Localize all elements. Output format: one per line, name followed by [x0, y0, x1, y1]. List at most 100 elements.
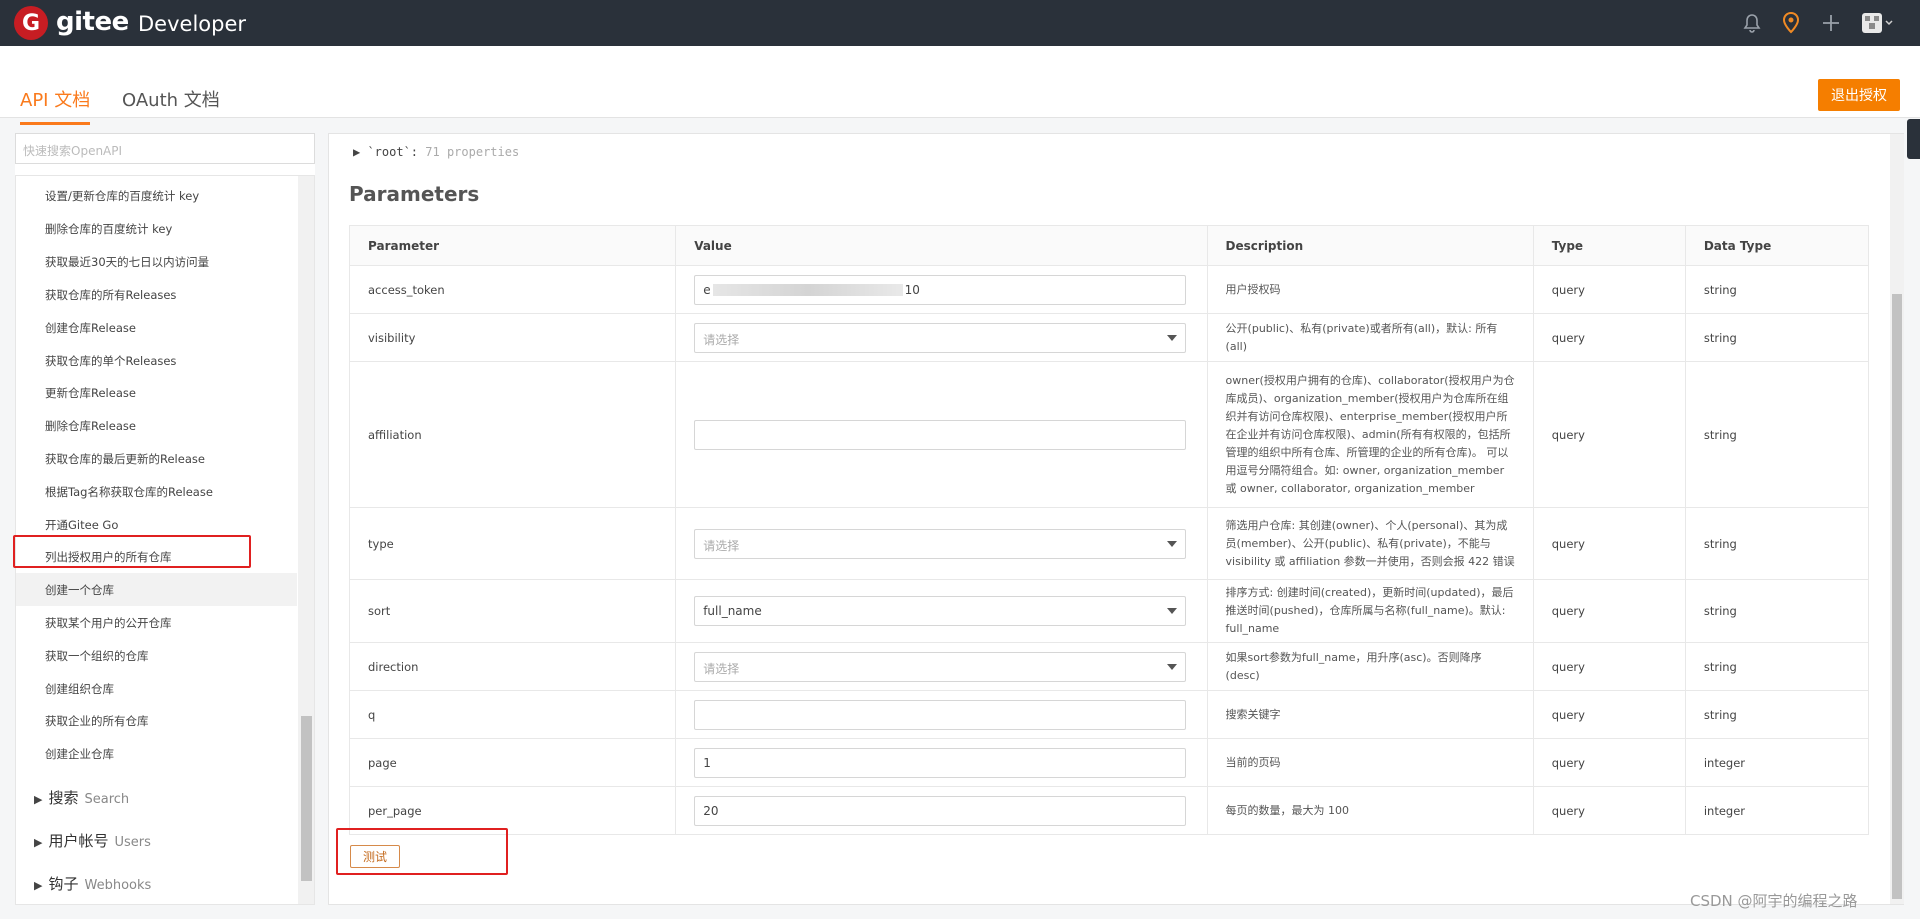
parameters-heading: Parameters — [349, 182, 480, 206]
sidebar-group-search[interactable]: ▶ 搜索 Search — [34, 787, 129, 808]
sidebar-group-users[interactable]: ▶ 用户帐号 Users — [34, 830, 151, 851]
list-item[interactable]: 删除仓库Release — [45, 418, 136, 434]
chevron-down-icon — [1167, 608, 1178, 614]
param-type: query — [1532, 642, 1686, 691]
scrollbar-thumb[interactable] — [1892, 294, 1902, 899]
param-description: 用户授权码 — [1206, 265, 1534, 314]
list-item[interactable]: 获取一个组织的仓库 — [45, 648, 149, 664]
avatar[interactable] — [1860, 11, 1894, 35]
brand-name[interactable]: gitee — [56, 7, 129, 37]
list-item[interactable]: 更新仓库Release — [45, 385, 136, 401]
table-row: visibility 请选择 公开(public)、私有(private)或者所… — [348, 313, 1870, 362]
param-data-type: string — [1684, 579, 1870, 643]
q-input[interactable] — [694, 699, 1187, 730]
table-row: type 请选择 筛选用户仓库: 其创建(owner)、个人(personal)… — [348, 507, 1870, 580]
caret-right-icon: ▶ — [34, 836, 43, 849]
sidebar-group-webhooks[interactable]: ▶ 钩子 Webhooks — [34, 873, 151, 894]
column-header: Data Type — [1684, 225, 1870, 266]
list-item[interactable]: 设置/更新仓库的百度统计 key — [45, 188, 199, 204]
column-header: Value — [675, 225, 1208, 266]
list-item[interactable]: 创建组织仓库 — [45, 681, 114, 697]
list-item[interactable]: 创建企业仓库 — [45, 746, 114, 762]
param-type: query — [1532, 738, 1686, 787]
scrollbar-thumb[interactable] — [301, 716, 312, 881]
highlight-box — [13, 535, 251, 568]
param-data-type: string — [1684, 642, 1870, 691]
sidebar-scrollbar[interactable] — [298, 176, 314, 904]
side-drawer-handle[interactable] — [1907, 119, 1920, 159]
list-item[interactable]: 获取仓库的所有Releases — [45, 287, 176, 303]
param-data-type: string — [1684, 361, 1870, 508]
root-properties-toggle[interactable]: ▶ `root`: 71 properties — [353, 145, 519, 159]
chevron-down-icon — [1167, 334, 1178, 341]
param-type: query — [1532, 313, 1686, 362]
api-detail-panel: ▶ `root`: 71 properties Parameters Param… — [328, 133, 1904, 905]
plus-icon[interactable] — [1819, 11, 1843, 35]
page-input[interactable]: 1 — [694, 747, 1187, 778]
param-name: type — [348, 507, 677, 580]
param-name: affiliation — [348, 361, 677, 508]
param-name: q — [348, 690, 677, 739]
list-item[interactable]: 获取仓库的最后更新的Release — [45, 451, 205, 467]
table-row: page 1 当前的页码 query integer — [348, 738, 1870, 787]
list-item[interactable]: 删除仓库的百度统计 key — [45, 221, 172, 237]
param-name: page — [348, 738, 677, 787]
param-data-type: string — [1684, 507, 1870, 580]
highlight-box — [336, 828, 508, 875]
list-item[interactable]: 创建一个仓库 — [45, 582, 114, 598]
logout-auth-button[interactable]: 退出授权 — [1818, 79, 1900, 111]
direction-select[interactable]: 请选择 — [694, 651, 1187, 682]
per-page-input[interactable]: 20 — [694, 795, 1187, 826]
param-description: owner(授权用户拥有的仓库)、collaborator(授权用户为仓库成员)… — [1206, 361, 1534, 508]
caret-right-icon: ▶ — [34, 793, 43, 806]
list-item[interactable]: 获取最近30天的七日以内访问量 — [45, 254, 209, 270]
param-data-type: string — [1684, 313, 1870, 362]
column-header: Description — [1206, 225, 1534, 266]
type-select[interactable]: 请选择 — [694, 528, 1187, 559]
list-item[interactable]: 获取企业的所有仓库 — [45, 713, 149, 729]
param-data-type: integer — [1684, 786, 1870, 835]
list-item[interactable]: 获取仓库的单个Releases — [45, 353, 176, 369]
table-row: sort full_name 排序方式: 创建时间(created)，更新时间(… — [348, 579, 1870, 643]
param-data-type: string — [1684, 690, 1870, 739]
list-item[interactable]: 根据Tag名称获取仓库的Release — [45, 484, 213, 500]
param-description: 如果sort参数为full_name，用升序(asc)。否则降序(desc) — [1206, 642, 1534, 691]
param-type: query — [1532, 265, 1686, 314]
location-pin-icon[interactable] — [1779, 11, 1803, 35]
param-description: 每页的数量，最大为 100 — [1206, 786, 1534, 835]
top-navigation-bar: G gitee Developer — [0, 0, 1920, 46]
list-item[interactable]: 获取某个用户的公开仓库 — [45, 615, 172, 631]
param-name: sort — [348, 579, 677, 643]
table-row: q 搜索关键字 query string — [348, 690, 1870, 739]
param-data-type: string — [1684, 265, 1870, 314]
table-header-row: Parameter Value Description Type Data Ty… — [348, 225, 1870, 266]
tab-api-docs[interactable]: API 文档 — [20, 86, 91, 125]
main-scrollbar[interactable] — [1890, 134, 1904, 904]
param-type: query — [1532, 690, 1686, 739]
redacted-token — [712, 284, 903, 296]
affiliation-input[interactable] — [694, 419, 1187, 450]
sort-select[interactable]: full_name — [694, 596, 1187, 626]
visibility-select[interactable]: 请选择 — [694, 322, 1187, 353]
api-sidebar: 快速搜索OpenAPI 设置/更新仓库的百度统计 key 删除仓库的百度统计 k… — [15, 133, 315, 905]
param-name: direction — [348, 642, 677, 691]
table-row: direction 请选择 如果sort参数为full_name，用升序(asc… — [348, 642, 1870, 691]
param-data-type: integer — [1684, 738, 1870, 787]
param-description: 搜索关键字 — [1206, 690, 1534, 739]
list-item[interactable]: 开通Gitee Go — [45, 517, 118, 533]
bell-icon[interactable] — [1740, 11, 1764, 35]
brand-subtitle: Developer — [138, 12, 247, 36]
search-input[interactable]: 快速搜索OpenAPI — [15, 133, 315, 164]
parameters-table: Parameter Value Description Type Data Ty… — [348, 225, 1870, 835]
list-item[interactable]: 创建仓库Release — [45, 320, 136, 336]
access-token-input[interactable]: e 10 — [694, 274, 1187, 305]
param-description: 当前的页码 — [1206, 738, 1534, 787]
table-row: access_token e 10 用户授权码 query string — [348, 265, 1870, 314]
chevron-down-icon — [1167, 663, 1178, 670]
caret-right-icon: ▶ — [34, 879, 43, 892]
table-row: affiliation owner(授权用户拥有的仓库)、collaborato… — [348, 361, 1870, 508]
gitee-logo[interactable]: G — [14, 6, 48, 40]
param-description: 公开(public)、私有(private)或者所有(all)，默认: 所有(a… — [1206, 313, 1534, 362]
doc-tabs-header: API 文档 OAuth 文档 退出授权 — [0, 46, 1920, 125]
tab-oauth-docs[interactable]: OAuth 文档 — [122, 86, 220, 112]
